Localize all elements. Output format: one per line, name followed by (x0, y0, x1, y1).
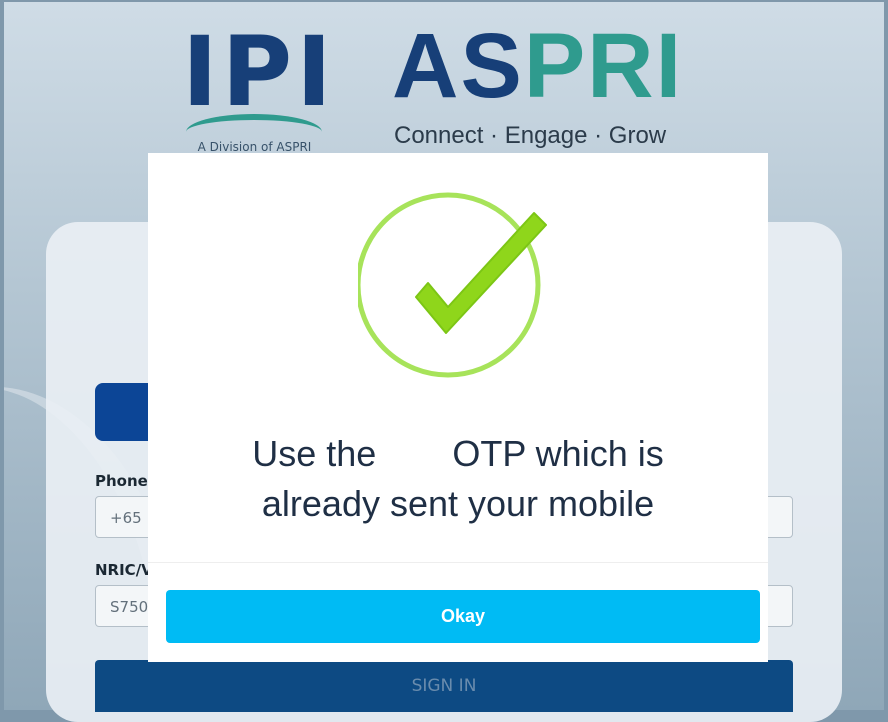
otp-message-part1: Use the (252, 433, 377, 474)
aspri-tagline: Connect · Engage · Grow (394, 122, 667, 149)
sign-in-button[interactable]: SIGN IN (95, 660, 793, 712)
modal-divider (148, 562, 768, 563)
ipi-logo-text: IPI (182, 16, 336, 128)
aspri-logo-word: ASPRI (392, 18, 683, 114)
aspri-logo-text-b: PRI (523, 15, 684, 117)
otp-message-part3: already sent your mobile (261, 483, 655, 524)
nric-label: NRIC/V (95, 561, 153, 579)
otp-message-part2: OTP which is (452, 433, 664, 474)
aspri-logo-text-a: AS (392, 15, 524, 117)
otp-message: Use the OTP which is already sent your mo… (148, 429, 768, 529)
otp-success-modal: Use the OTP which is already sent your mo… (148, 153, 768, 662)
ipi-logo: IPI A Division of ASPRI (182, 22, 332, 158)
aspri-logo: ASPRI Connect · Engage · Grow (392, 18, 722, 158)
ipi-logo-subtitle: A Division of ASPRI (197, 140, 312, 154)
phone-label: Phone (95, 472, 148, 490)
checkmark-success-icon (355, 185, 558, 390)
redacted-text (382, 441, 447, 472)
okay-button[interactable]: Okay (166, 590, 760, 643)
